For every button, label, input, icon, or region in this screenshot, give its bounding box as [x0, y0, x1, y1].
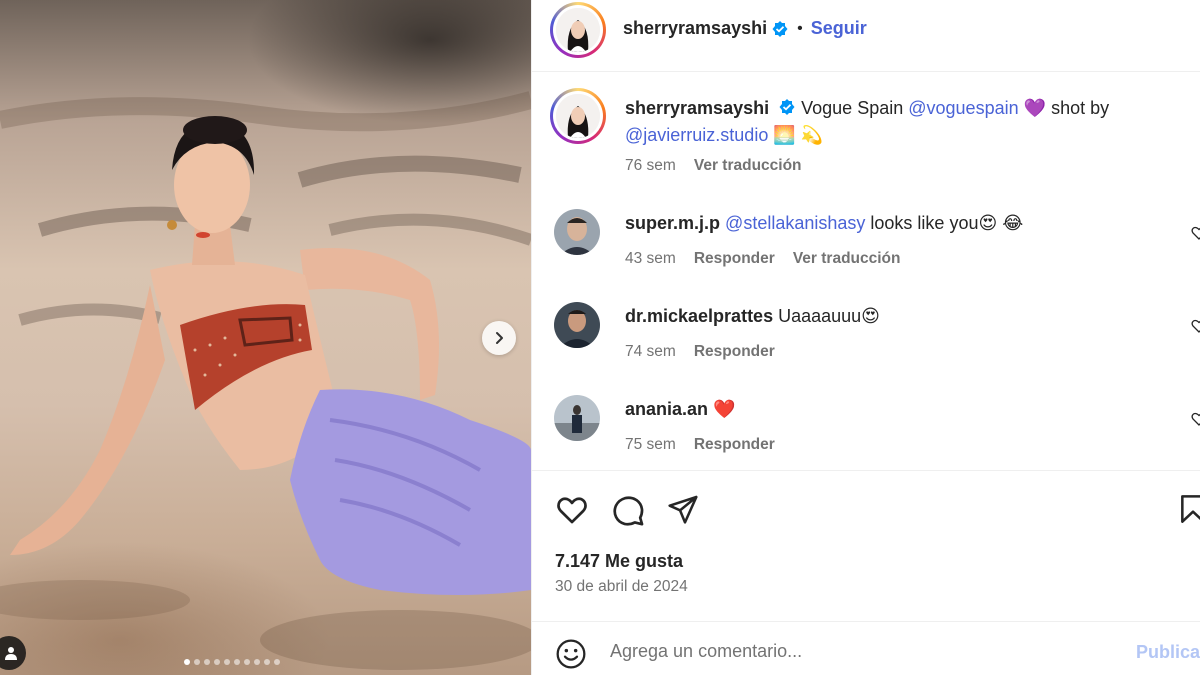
follow-button[interactable]: Seguir [811, 18, 867, 39]
comment-meta: 74 sem Responder [625, 343, 775, 361]
comment-mention[interactable]: @stellakanishasy [725, 213, 865, 233]
heart-icon[interactable] [555, 493, 589, 527]
caption-meta: 76 sem Ver traducción [625, 157, 802, 175]
carousel-dot [244, 659, 250, 665]
chevron-right-icon [496, 332, 503, 344]
reply-button[interactable]: Responder [694, 436, 775, 454]
avatar-image [556, 8, 600, 52]
reply-button[interactable]: Responder [694, 343, 775, 361]
avatar-image [554, 209, 600, 255]
comment-icon[interactable] [611, 493, 645, 527]
avatar-image [554, 395, 600, 441]
comment-emoji: ❤️ [713, 399, 736, 419]
caption-emoji-end: 🌅 💫 [773, 125, 824, 145]
commenter-avatar[interactable] [554, 395, 600, 441]
comment-like-icon[interactable] [1191, 225, 1200, 241]
post-detail-panel: sherryramsayshi • Seguir sherryramsayshi [531, 0, 1200, 675]
comment-username[interactable]: anania.an [625, 399, 708, 419]
verified-icon [779, 99, 795, 115]
comment-username[interactable]: super.m.j.p [625, 213, 720, 233]
author-avatar[interactable] [550, 2, 606, 58]
comment-emoji: 😍 [861, 306, 880, 326]
comment-timestamp: 43 sem [625, 250, 676, 267]
emoji-icon[interactable] [555, 638, 587, 670]
comment-username[interactable]: dr.mickaelprattes [625, 306, 773, 326]
caption-middle: shot by [1051, 98, 1110, 118]
comment-text: anania.an ❤️ [625, 396, 1161, 423]
commenter-avatar[interactable] [554, 209, 600, 255]
caption-timestamp: 76 sem [625, 157, 676, 174]
comment-timestamp: 74 sem [625, 343, 676, 360]
carousel-dot [254, 659, 260, 665]
comment-like-icon[interactable] [1191, 411, 1200, 427]
comment-timestamp: 75 sem [625, 436, 676, 453]
carousel-dot [204, 659, 210, 665]
carousel-dot [264, 659, 270, 665]
post-action-bar: 7.147 Me gusta 30 de abril de 2024 [532, 470, 1200, 595]
share-icon[interactable] [667, 493, 699, 525]
comment-text: dr.mickaelprattes Uaaaauuu😍 [625, 303, 1161, 330]
carousel-dot [184, 659, 190, 665]
comment-composer: Publica [532, 621, 1200, 675]
caption-prefix: Vogue Spain [801, 98, 904, 118]
carousel-dot [194, 659, 200, 665]
carousel-dot [274, 659, 280, 665]
verified-icon [772, 20, 788, 37]
photo-illustration [0, 91, 531, 670]
header-separator: • [797, 19, 803, 37]
like-count[interactable]: 7.147 Me gusta [555, 551, 683, 572]
user-tag-icon [5, 647, 17, 660]
avatar-image [556, 94, 600, 138]
commenter-avatar[interactable] [554, 302, 600, 348]
comment-message: looks like you [870, 213, 979, 233]
reply-button[interactable]: Responder [694, 250, 775, 268]
carousel-dot [234, 659, 240, 665]
caption-author-avatar[interactable] [550, 88, 606, 144]
post-photo[interactable] [0, 0, 531, 675]
author-username[interactable]: sherryramsayshi [623, 18, 767, 39]
carousel-dot [214, 659, 220, 665]
comment-message: Uaaaauuu [778, 306, 862, 326]
avatar-image [554, 302, 600, 348]
carousel-next-button[interactable] [482, 321, 516, 355]
comment-meta: 43 sem Responder Ver traducción [625, 250, 901, 268]
post-date: 30 de abril de 2024 [555, 578, 688, 595]
comment-like-icon[interactable] [1191, 318, 1200, 334]
caption-text: sherryramsayshi Vogue Spain @voguespain … [625, 95, 1161, 149]
caption-translate-link[interactable]: Ver traducción [694, 157, 802, 175]
comment-emoji: 😍 😂 [978, 213, 1024, 233]
comment-input[interactable] [610, 636, 1110, 666]
comment-translate-link[interactable]: Ver traducción [793, 250, 901, 268]
caption-mention-studio[interactable]: @javierruiz.studio [625, 125, 768, 145]
caption-emoji-heart: 💜 [1023, 98, 1047, 118]
carousel-dot [224, 659, 230, 665]
comment-meta: 75 sem Responder [625, 436, 775, 454]
carousel-indicator [184, 659, 280, 665]
post-header: sherryramsayshi • Seguir [532, 0, 1200, 72]
caption-username[interactable]: sherryramsayshi [625, 98, 769, 118]
bookmark-icon[interactable] [1177, 493, 1200, 525]
comment-text: super.m.j.p @stellakanishasy looks like … [625, 210, 1161, 237]
caption-mention-voguespain[interactable]: @voguespain [908, 98, 1018, 118]
publish-button[interactable]: Publica [1136, 642, 1200, 663]
